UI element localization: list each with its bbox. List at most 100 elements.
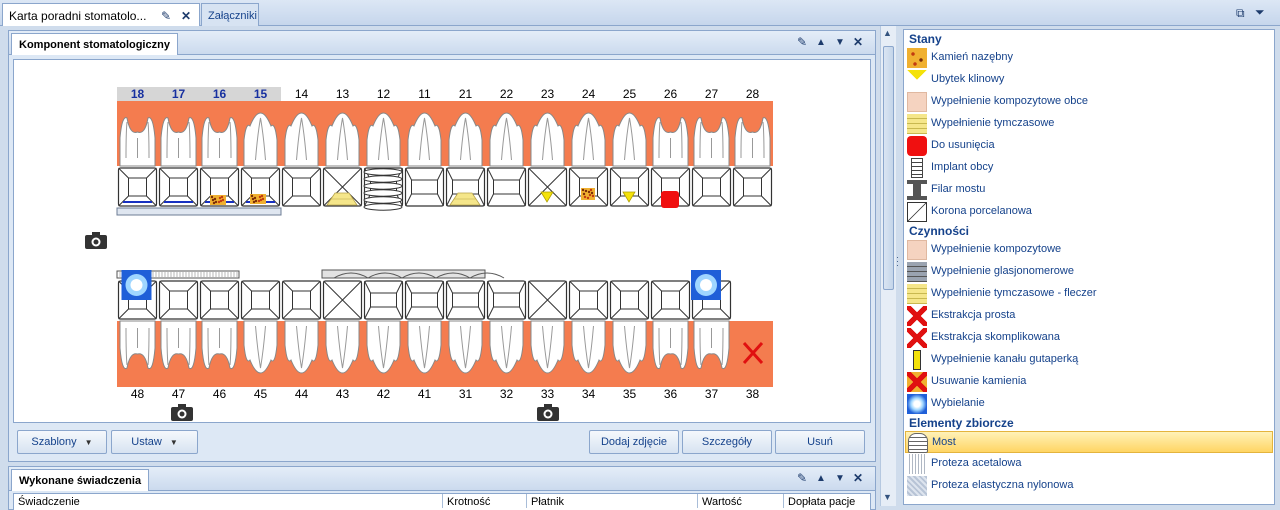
tooth-number-lower: 34 [582, 387, 596, 401]
tab-karta-poradni[interactable]: Karta poradni stomatolo... ✎ ✕ [2, 3, 200, 26]
move-down-icon[interactable]: ▼ [835, 473, 845, 484]
legend-item-wypelnienie-tymczasowe-fleczer[interactable]: Wypełnienie tymczasowe - fleczer [905, 283, 1273, 305]
scroll-down-icon[interactable]: ▼ [883, 492, 892, 502]
to-remove-mark [661, 191, 679, 208]
most-icon [908, 433, 928, 453]
legend-item-proteza-elastyczna-nylonowa[interactable]: Proteza elastyczna nylonowa [905, 475, 1273, 497]
tooth-number-upper: 12 [377, 87, 391, 101]
legend-item-usuwanie-kamienia[interactable]: Usuwanie kamienia [905, 371, 1273, 393]
edit-icon[interactable]: ✎ [797, 35, 807, 49]
implant-thread [363, 203, 403, 211]
legend-item-filar-mostu[interactable]: Filar mostu [905, 179, 1273, 201]
legend-item-kamien-nazebny[interactable]: Kamień nazębny [905, 47, 1273, 69]
ekstrakcja-prosta-icon [907, 306, 927, 326]
surface-inner [493, 179, 520, 195]
column-swiadczenie[interactable]: Świadczenie [18, 496, 80, 508]
column-doplata[interactable]: Dopłata pacje [788, 496, 855, 508]
tooth-number-upper: 16 [213, 87, 227, 101]
bridge-bar-upper [116, 207, 282, 216]
edit-icon[interactable]: ✎ [797, 471, 807, 485]
tooth-number-lower: 37 [705, 387, 719, 401]
scroll-up-icon[interactable]: ▲ [883, 28, 892, 38]
tab-zalaczniki[interactable]: Załączniki [201, 3, 259, 26]
dodaj-zdjecie-button[interactable]: Dodaj zdjęcie [589, 430, 679, 454]
legend-item-label: Wypełnienie tymczasowe - fleczer [931, 287, 1097, 299]
close-icon[interactable]: ✕ [181, 9, 191, 23]
legend-item-wypelnienie-tymczasowe[interactable]: Wypełnienie tymczasowe [905, 113, 1273, 135]
dental-chart[interactable]: 18 17 16 15 14 13 12 11 21 22 23 24 25 26 27 28 48 47 46 45… [13, 59, 871, 423]
move-up-icon[interactable]: ▲ [816, 473, 826, 484]
tooth-surface-lower [240, 280, 281, 320]
legend-item-label: Ubytek klinowy [931, 73, 1005, 85]
column-platnik[interactable]: Płatnik [531, 496, 564, 508]
ustaw-label: Ustaw [131, 436, 162, 448]
wypelnienie-glasjonomerowe-icon [907, 262, 927, 282]
legend-item-ekstrakcja-prosta[interactable]: Ekstrakcja prosta [905, 305, 1273, 327]
chevron-down-icon[interactable]: ⏷ [1255, 5, 1265, 20]
legend-item-most[interactable]: Most [905, 431, 1273, 453]
implant-obcy-icon [911, 158, 923, 178]
move-down-icon[interactable]: ▼ [835, 37, 845, 48]
legend-item-implant-obcy[interactable]: Implant obcy [905, 157, 1273, 179]
legend-item-korona-porcelanowa[interactable]: Korona porcelanowa [905, 201, 1273, 223]
column-krotnosc[interactable]: Krotność [447, 496, 490, 508]
wypelnienie-tymczasowe-fleczer-icon [907, 284, 927, 304]
tooth-number-upper: 24 [582, 87, 596, 101]
legend-item-wypelnienie-kanalu-gutaperka[interactable]: Wypełnienie kanału gutaperką [905, 349, 1273, 371]
tooth-surface-lower [568, 280, 609, 320]
surface-inner [411, 179, 438, 195]
tooth-surface-lower [199, 280, 240, 320]
tooth-number-upper: 13 [336, 87, 350, 101]
tooth-number-upper: 18 [131, 87, 145, 101]
splitter-grip[interactable]: · · · [896, 253, 902, 275]
close-icon[interactable]: ✕ [853, 35, 863, 49]
close-icon[interactable]: ✕ [853, 471, 863, 485]
legend-item-proteza-acetalowa[interactable]: Proteza acetalowa [905, 453, 1273, 475]
edit-icon[interactable]: ✎ [161, 9, 171, 23]
calculus-dot [582, 192, 586, 196]
calculus-dot [586, 196, 590, 200]
implant-thread [363, 168, 403, 176]
vertical-scrollbar[interactable]: ▲ ▼ [880, 26, 896, 506]
surface-inner [292, 290, 311, 310]
ustaw-dropdown[interactable]: Ustaw ▼ [111, 430, 198, 454]
legend-item-label: Wypełnienie kompozytowe [931, 243, 1062, 255]
implant-thread [363, 182, 403, 190]
legend-item-label: Kamień nazębny [931, 51, 1013, 63]
window-restore-icon[interactable]: ⧉ [1236, 6, 1245, 21]
surface-inner [370, 292, 397, 308]
camera-top [92, 232, 100, 236]
legend-item-label: Korona porcelanowa [931, 205, 1032, 217]
calculus-dot [213, 197, 217, 201]
legend-item-label: Ekstrakcja prosta [931, 309, 1016, 321]
proteza-elastyczna-nylonowa-icon [907, 476, 927, 496]
move-up-icon[interactable]: ▲ [816, 37, 826, 48]
scroll-thumb[interactable] [883, 46, 894, 290]
tooth-number-upper: 26 [664, 87, 678, 101]
legend-item-wypelnienie-glasjonomerowe[interactable]: Wypełnienie glasjonomerowe [905, 261, 1273, 283]
legend-item-do-usuniecia[interactable]: Do usunięcia [905, 135, 1273, 157]
dental-chart-canvas[interactable]: 18 17 16 15 14 13 12 11 21 22 23 24 25 26 27 28 48 47 46 45… [14, 60, 871, 423]
tooth-surface-lower [404, 280, 445, 320]
tooth-surface-upper [486, 167, 527, 207]
calculus-dot [584, 189, 588, 193]
usun-button[interactable]: Usuń [775, 430, 865, 454]
tooth-surface-lower [445, 280, 486, 320]
surface-inner [743, 177, 762, 197]
legend-item-ekstrakcja-skomplikowana[interactable]: Ekstrakcja skomplikowana [905, 327, 1273, 349]
legend-item-ubytek-klinowy[interactable]: Ubytek klinowy [905, 69, 1273, 91]
column-wartosc[interactable]: Wartość [702, 496, 742, 508]
legend-item-wypelnienie-kompozytowe-obce[interactable]: Wypełnienie kompozytowe obce [905, 91, 1273, 113]
szablony-dropdown[interactable]: Szablony ▼ [17, 430, 107, 454]
legend-item-wypelnienie-kompozytowe[interactable]: Wypełnienie kompozytowe [905, 239, 1273, 261]
column-divider [697, 494, 698, 508]
legend-item-wybielanie[interactable]: Wybielanie [905, 393, 1273, 415]
calculus-mark [581, 188, 595, 200]
camera-top [544, 404, 552, 408]
surface-inner [493, 292, 520, 308]
surface-inner [210, 177, 229, 197]
szczegoly-button[interactable]: Szczegóły [682, 430, 772, 454]
camera-lens-inner [179, 411, 185, 417]
legend-item-label: Proteza acetalowa [931, 457, 1022, 469]
legend-item-label: Wypełnienie tymczasowe [931, 117, 1055, 129]
